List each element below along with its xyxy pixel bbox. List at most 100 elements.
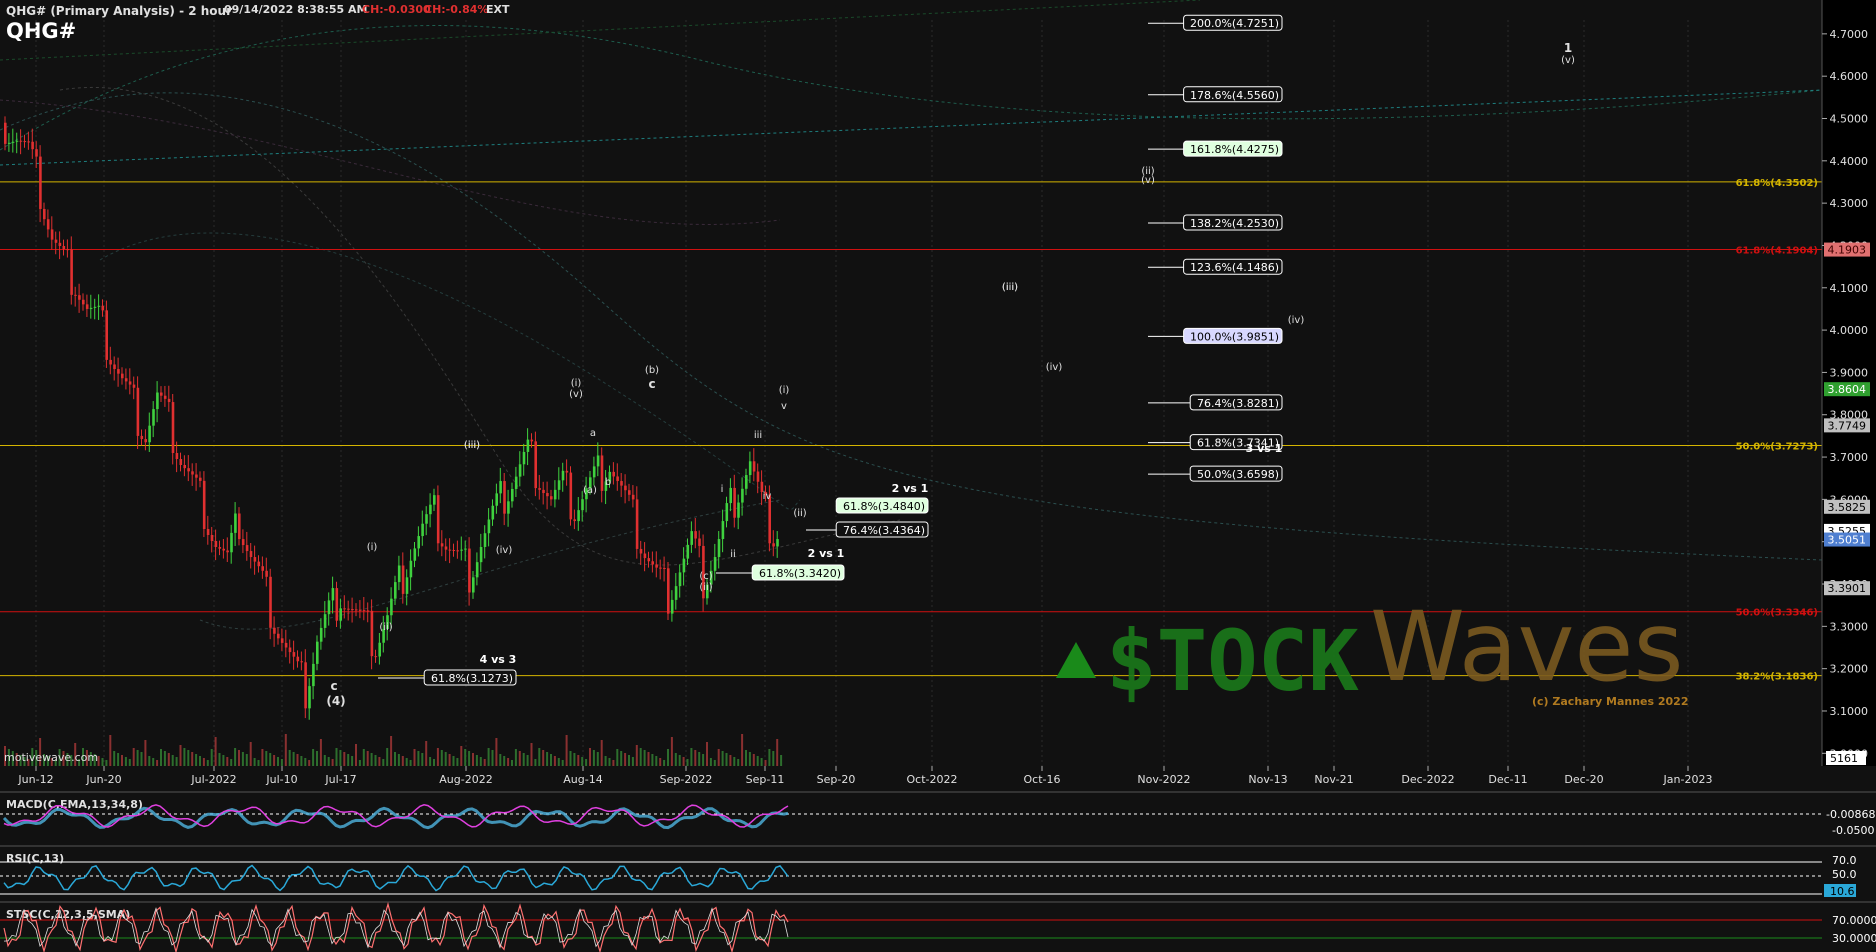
volume-bar [717,749,720,766]
candle-body [296,656,300,662]
candle-body [234,513,237,533]
volume-bar [760,758,763,766]
candle-body [550,496,553,500]
volume-bar [413,749,416,766]
volume-bar [475,755,478,766]
candle-body [93,306,97,308]
volume-bar [312,749,315,766]
volume-bar [401,756,404,766]
rsi-tick-70: 70.0 [1832,854,1857,867]
chart-canvas: QHG# (Primary Analysis) - 2 hour 09/14/2… [0,0,1876,952]
y-tick-label: 4.6000 [1830,70,1869,83]
volume-bar [144,740,147,766]
volume-bar [425,741,428,766]
candle-body [132,384,136,388]
candle-body [546,493,549,497]
y-tick-label: 4.1000 [1830,282,1869,295]
volume-bar [678,755,681,766]
price-badge-label: 3.5051 [1828,534,1867,547]
candle-body [561,470,565,481]
volume-bar [308,760,311,766]
candle-body [316,641,319,664]
candle-body [124,378,128,382]
volume-bar [546,752,549,766]
volume-bar [612,760,615,766]
candle-body [43,208,46,220]
candle-body [752,461,756,472]
x-tick-label: Nov-21 [1314,773,1353,786]
candle-body [487,519,491,534]
candle-body [339,608,342,621]
volume-bar [581,757,584,766]
volume-bar [491,750,494,766]
candle-body [362,610,366,612]
group-label: 3 vs 1 [1246,442,1283,455]
candle-body [514,476,518,489]
volume-bar [136,750,139,766]
macd-tick-2: -0.0500 [1832,824,1874,837]
volume-bar [511,760,513,766]
x-tick-label: Aug-14 [563,773,602,786]
candle-body [105,310,108,360]
volume-bar [405,758,408,766]
wave-label: c [648,377,655,391]
volume-bar [514,749,517,766]
candle-body [600,455,604,491]
volume-bar [335,748,338,766]
rsi-tick-current: 10.6 [1830,885,1855,898]
wave-label: (iii) [464,440,480,451]
candle-body [140,435,144,440]
candle-body [300,661,303,663]
change-percent: CH:-0.84% [424,3,488,16]
timestamp: 09/14/2022 8:38:55 AM [224,3,367,16]
volume-bar [288,750,291,766]
volume-bar [764,760,767,766]
candle-body [682,558,686,573]
candle-body [167,398,171,403]
y-tick-label: 3.3000 [1830,620,1869,633]
candle-body [713,557,717,571]
candle-body [238,513,241,540]
volume-bar [128,759,131,766]
candle-body [565,470,569,473]
volume-bar [729,755,732,766]
wave-label: b [605,477,611,488]
candle-body [308,686,311,709]
session-label: EXT [486,3,510,16]
candle-body [553,489,557,500]
volume-bar [269,753,272,766]
price-badge-label: 3.8604 [1828,383,1867,396]
candle-body [433,495,436,505]
y-tick-label: 3.7000 [1830,451,1869,464]
wave-label: (i) [571,378,582,389]
volume-bar [152,758,155,766]
volume-bar [733,757,736,766]
volume-bar [140,752,143,766]
volume-bar [702,754,705,766]
candle-body [596,455,600,467]
candle-body [175,453,179,460]
volume-bar [686,759,689,766]
candle-body [117,369,120,374]
x-tick-label: Jan-2023 [1663,773,1713,786]
candle-body [472,577,475,593]
candle-body [670,599,674,614]
volume-bar [436,748,439,766]
fib-box-label: 178.6%(4.5560) [1190,89,1279,102]
candle-body [101,305,105,311]
price-badge-label: 3.3901 [1828,582,1867,595]
volume-bar [117,753,120,766]
candle-body [647,558,651,562]
y-tick-label: 4.7000 [1830,28,1869,41]
volume-bar [156,760,159,766]
rsi-pane[interactable]: RSI(C,13) 70.0 50.0 10.6 [0,845,1876,898]
candle-body [425,514,428,524]
volume-bar [624,753,627,766]
volume-bar [261,749,264,766]
volume-bar [698,752,701,766]
candle-body [741,488,744,503]
macd-pane[interactable]: MACD(C,EMA,13,34,8) -0.00868 -0.0500 [0,791,1876,842]
volume-bar [674,753,677,766]
volume-bar [163,751,166,766]
volume-bar [183,748,186,766]
